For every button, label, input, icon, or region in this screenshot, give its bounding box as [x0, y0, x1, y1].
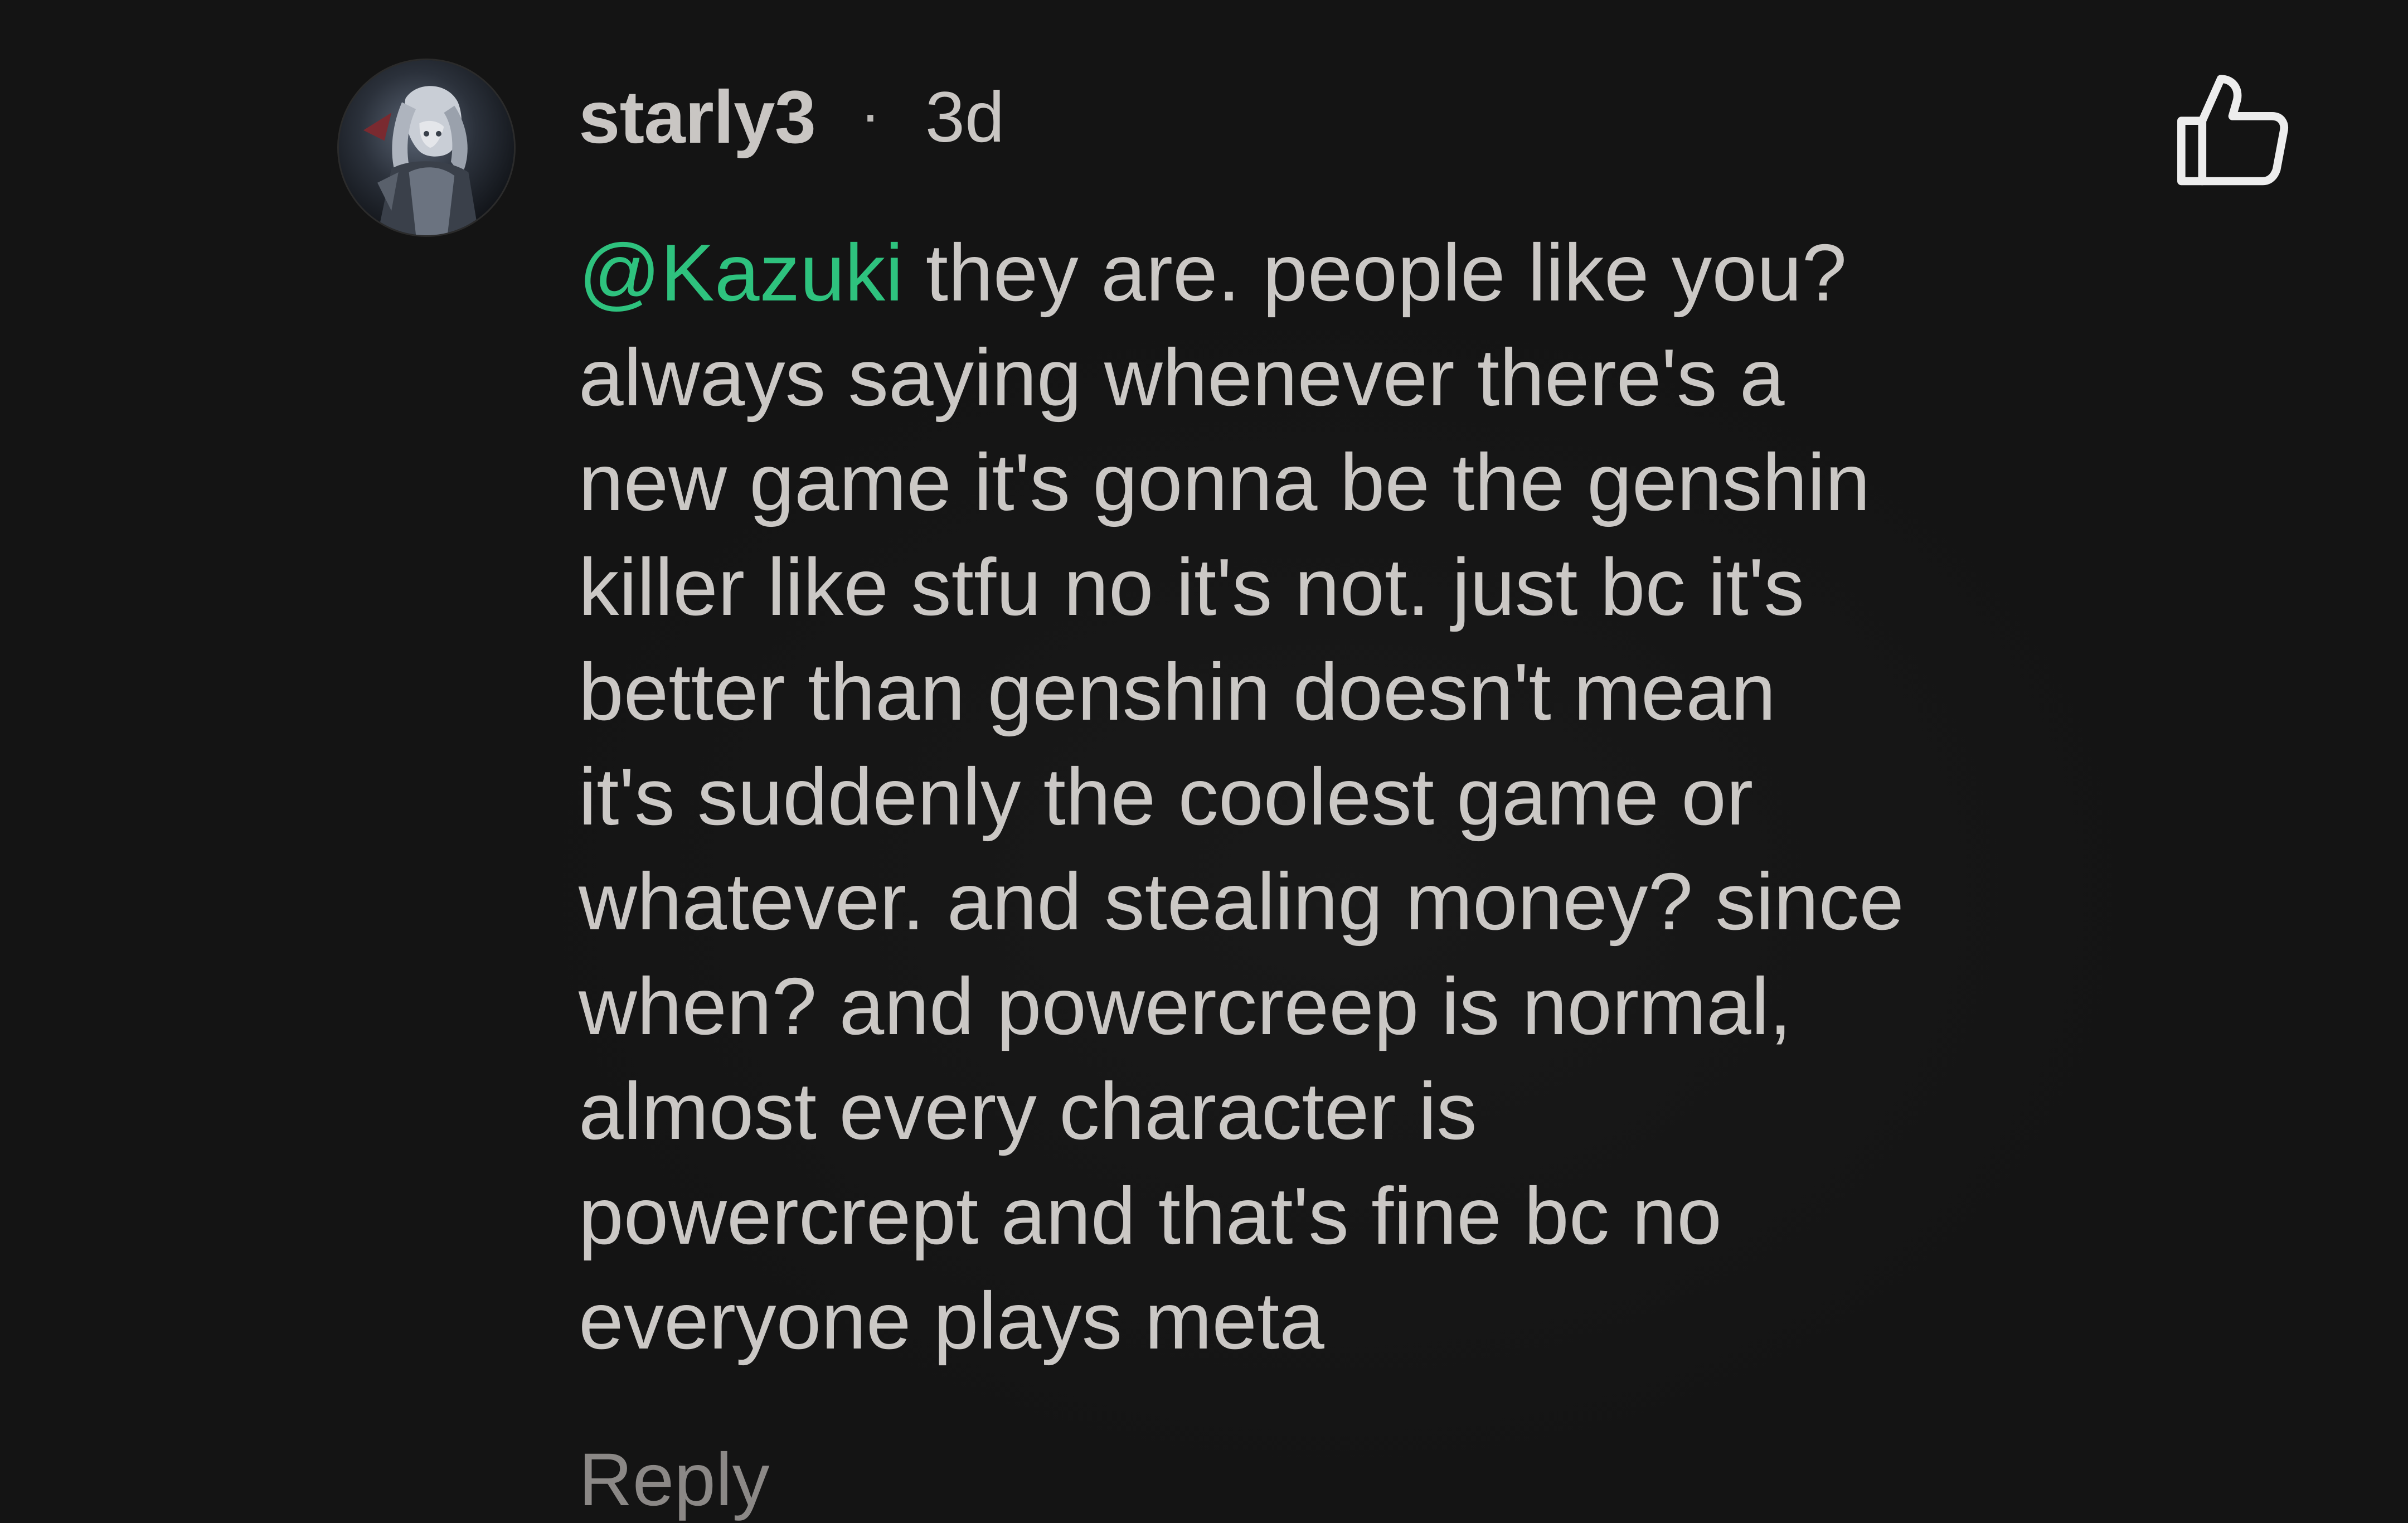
comment-line: it's suddenly the coolest game or	[579, 751, 1754, 842]
comment-text: they are. people like you?	[903, 227, 1847, 318]
comment-line: better than genshin doesn't mean	[579, 647, 1776, 737]
user-mention-link[interactable]: @Kazuki	[579, 227, 903, 318]
comment-line: when? and powercreep is normal,	[579, 961, 1792, 1051]
timestamp: 3d	[925, 77, 1005, 157]
like-button[interactable]	[2174, 70, 2291, 195]
comment-line: powercrept and that's fine bc no	[579, 1171, 1722, 1261]
comment-line: @Kazuki they are. people like you?	[579, 220, 2184, 325]
comment-line: always saying whenever there's a	[579, 332, 1785, 423]
comment-line: almost every character is	[579, 1066, 1477, 1156]
comment-body: @Kazuki they are. people like you? alway…	[579, 220, 2184, 1373]
comment-item: starly3 · 3d @Kazuki they are. people li…	[0, 0, 2408, 1523]
reply-button[interactable]: Reply	[579, 1435, 770, 1523]
username[interactable]: starly3	[579, 75, 816, 160]
comment-line: new game it's gonna be the genshin	[579, 437, 1871, 527]
thumbs-up-icon	[2177, 75, 2288, 186]
comment-line: whatever. and stealing money? since	[579, 856, 1904, 947]
comment-line: killer like stfu no it's not. just bc it…	[579, 542, 1804, 632]
comment-header: starly3 · 3d	[579, 72, 1004, 162]
user-avatar[interactable]	[339, 60, 514, 235]
separator-dot: ·	[860, 79, 881, 148]
anime-character-avatar-icon	[339, 60, 514, 235]
comment-line: everyone plays meta	[579, 1275, 1324, 1366]
